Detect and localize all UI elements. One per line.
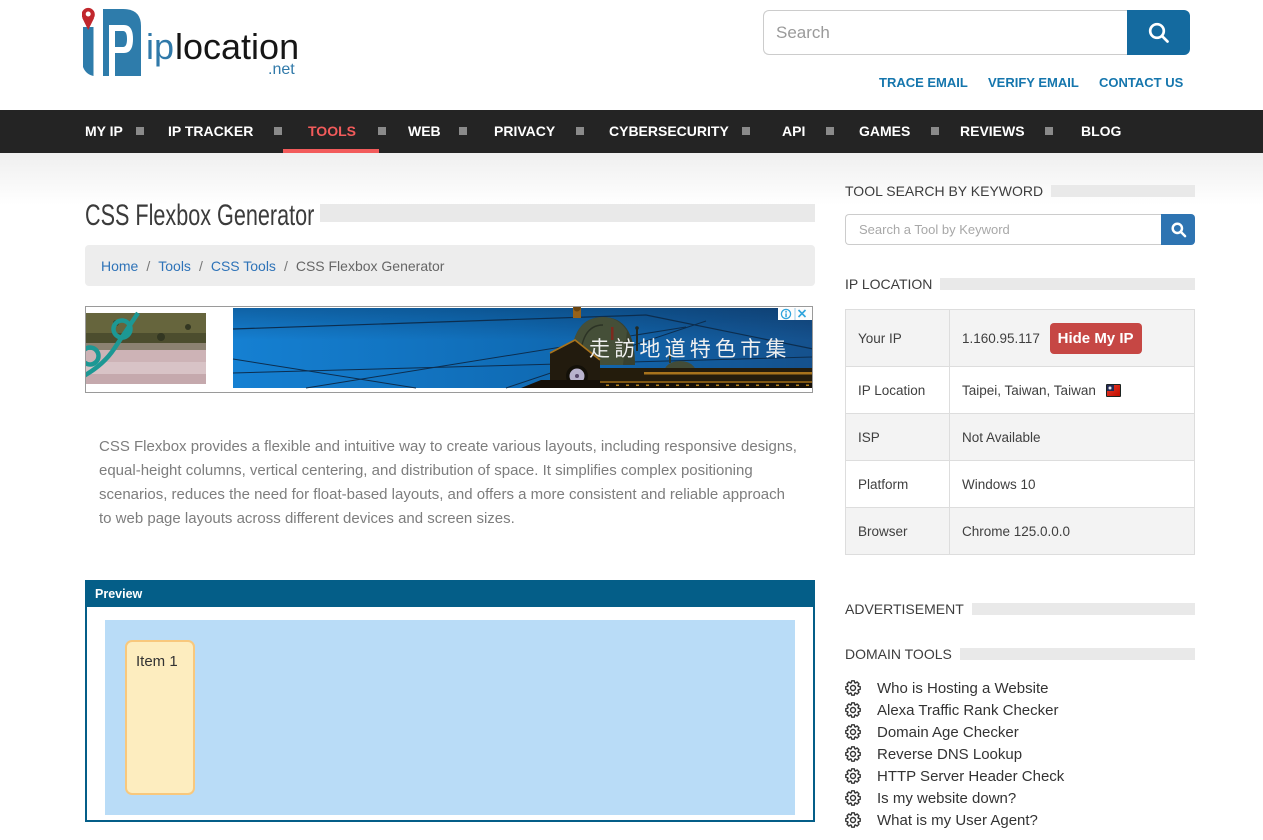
svg-text:走訪地道特色市集: 走訪地道特色市集 bbox=[589, 338, 791, 361]
svg-text:.net: .net bbox=[268, 61, 295, 78]
svg-text:ip: ip bbox=[146, 26, 174, 67]
